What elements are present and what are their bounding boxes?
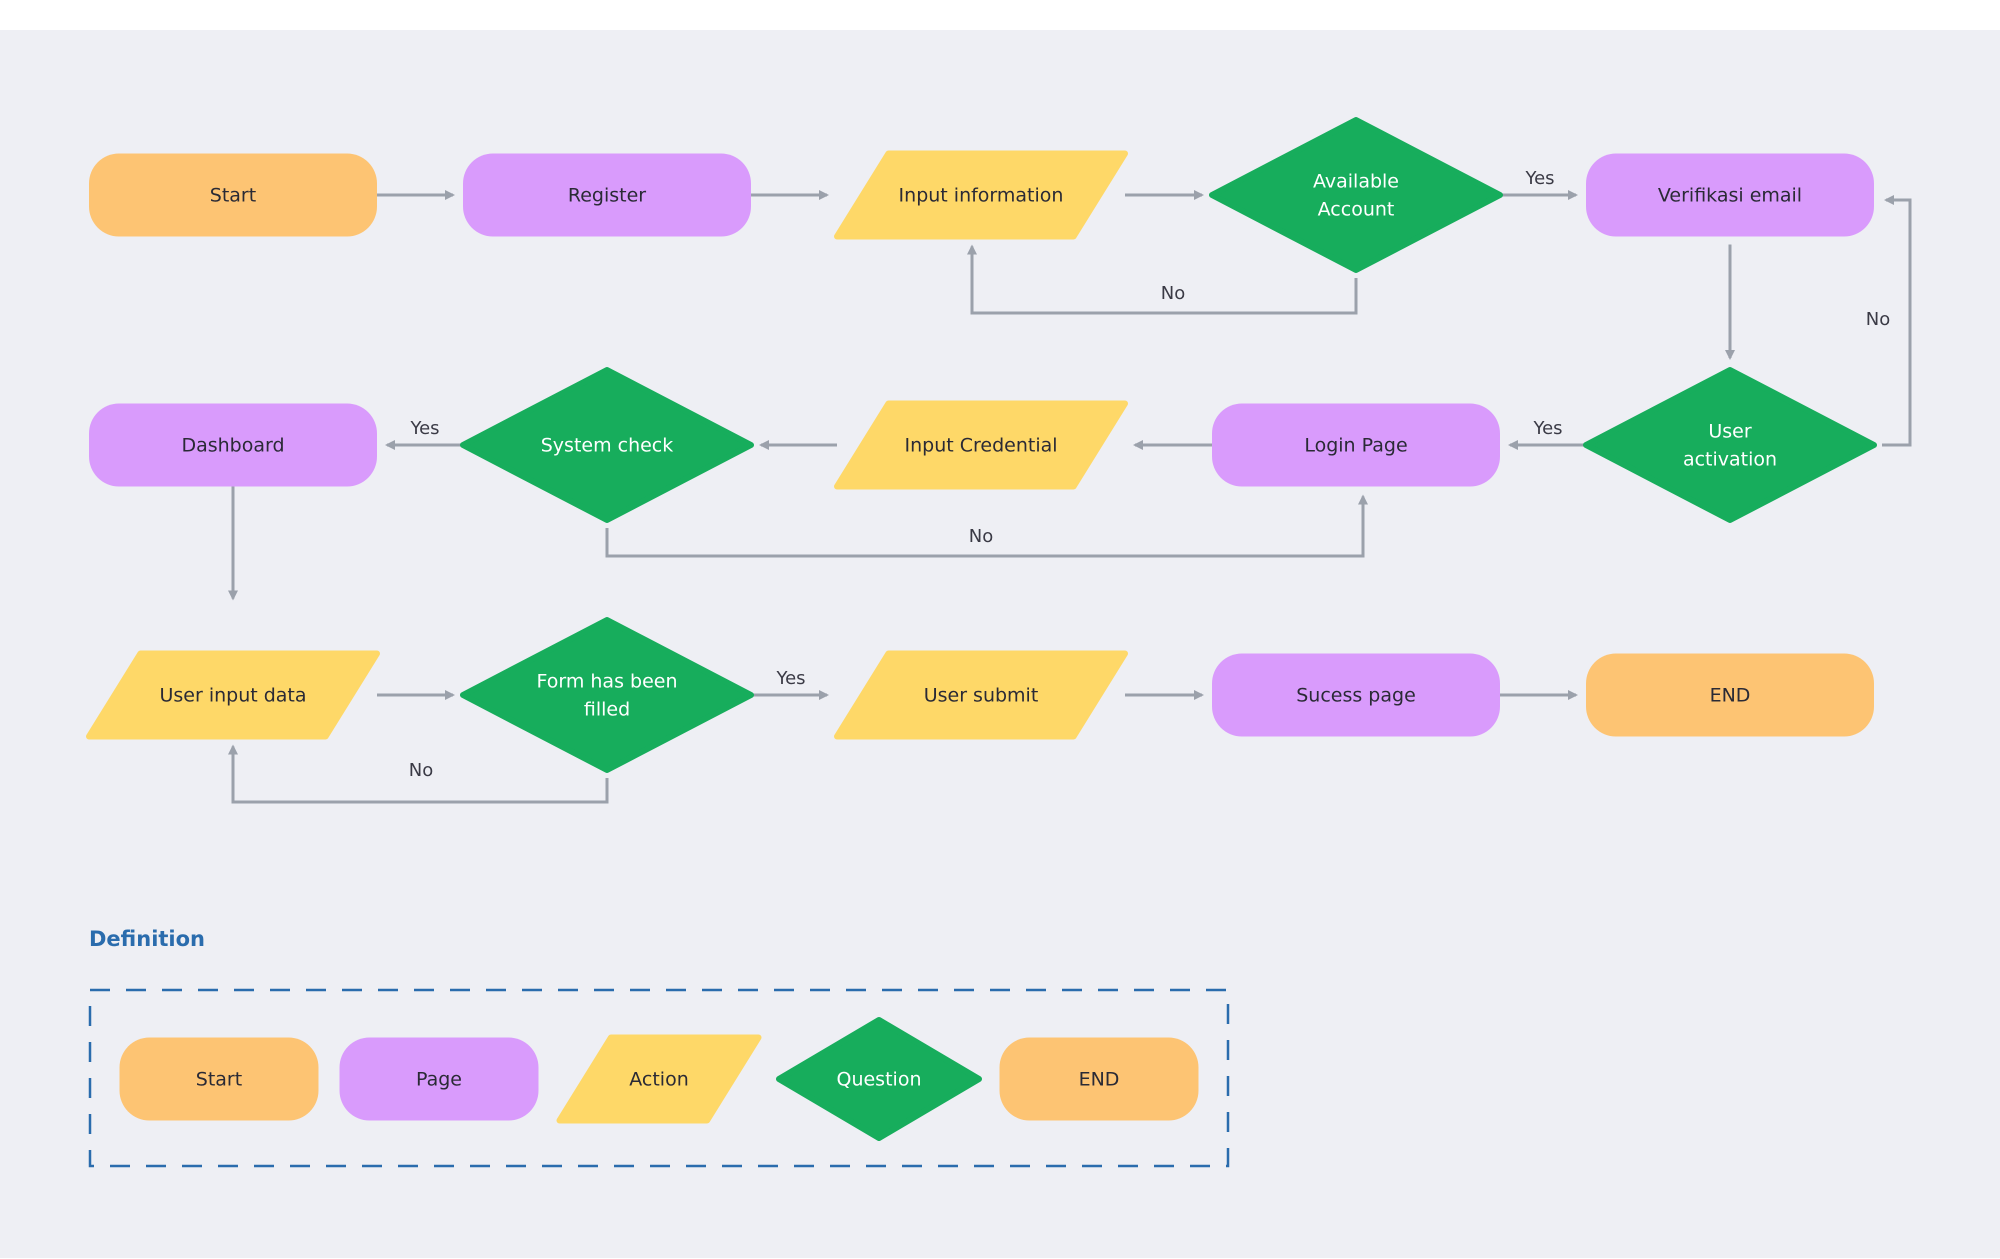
node-user-activation-label: User	[1708, 421, 1751, 443]
node-form-filled-shape	[460, 617, 754, 773]
node-user-activation-label: activation	[1683, 449, 1777, 471]
node-input-credential-label: Input Credential	[904, 435, 1057, 457]
legend-item-end-label: END	[1079, 1069, 1120, 1091]
flowchart-diagram: Start Register Input informationAvailableA…	[86, 117, 1912, 1168]
node-verifikasi-email-label: Verifikasi email	[1658, 185, 1802, 207]
node-verifikasi-email[interactable]: Verifikasi email	[1586, 153, 1874, 237]
legend-item-question[interactable]: Question	[776, 1017, 982, 1141]
legend-item-action[interactable]: Action	[556, 1034, 762, 1124]
node-end[interactable]: END	[1586, 653, 1874, 737]
legend-item-page[interactable]: Page	[339, 1037, 539, 1121]
node-user-input-data[interactable]: User input data	[86, 650, 380, 740]
node-dashboard[interactable]: Dashboard	[89, 403, 377, 487]
node-user-activation[interactable]: User activation	[1583, 367, 1877, 523]
node-user-submit[interactable]: User submit	[834, 650, 1128, 740]
legend-item-end[interactable]: END	[999, 1037, 1199, 1121]
node-input-information[interactable]: Input information	[834, 150, 1128, 240]
node-form-filled-label: Form has been	[536, 671, 677, 693]
legend-item-start-label: Start	[196, 1069, 242, 1091]
node-sucess-page-label: Sucess page	[1296, 685, 1416, 707]
node-available-account-label: Account	[1318, 199, 1395, 221]
legend-title: Definition	[89, 927, 205, 951]
node-register-label: Register	[568, 185, 646, 207]
node-sucess-page[interactable]: Sucess page	[1212, 653, 1500, 737]
legend-item-action-label: Action	[629, 1069, 689, 1091]
legend-item-question-label: Question	[837, 1069, 922, 1091]
edge-label-yes: Yes	[1532, 418, 1562, 439]
node-system-check[interactable]: System check	[460, 367, 754, 523]
node-input-information-label: Input information	[899, 185, 1064, 207]
node-dashboard-label: Dashboard	[181, 435, 284, 457]
edge-label-no: No	[1161, 283, 1185, 304]
node-start-label: Start	[210, 185, 256, 207]
node-start[interactable]: Start	[89, 153, 377, 237]
node-user-input-data-label: User input data	[159, 685, 306, 707]
node-available-account-shape	[1209, 117, 1503, 273]
node-form-filled-label: filled	[584, 699, 630, 721]
node-available-account[interactable]: Available Account	[1209, 117, 1503, 273]
edge-label-no: No	[969, 526, 993, 547]
edge-label-no: No	[1866, 309, 1890, 330]
legend-item-start[interactable]: Start	[119, 1037, 319, 1121]
node-login-page[interactable]: Login Page	[1212, 403, 1500, 487]
edge-label-yes: Yes	[1524, 168, 1554, 189]
node-login-page-label: Login Page	[1304, 435, 1407, 457]
edge-label-yes: Yes	[775, 668, 805, 689]
flowchart-canvas: Start Register Input information Available A…	[0, 30, 2000, 1258]
node-user-submit-label: User submit	[924, 685, 1039, 707]
node-input-credential[interactable]: Input Credential	[834, 400, 1128, 490]
legend-item-page-label: Page	[416, 1069, 462, 1091]
edge-label-yes: Yes	[409, 418, 439, 439]
node-available-account-label: Available	[1313, 171, 1399, 193]
node-form-filled[interactable]: Form has been filled	[460, 617, 754, 773]
nodes-layer: Start Register Input informationAvailableA…	[86, 117, 1877, 773]
node-system-check-label: System check	[541, 435, 674, 457]
edge-label-no: No	[409, 760, 433, 781]
node-user-activation-shape	[1583, 367, 1877, 523]
legend: Definition Start Page Action Question END	[88, 927, 1230, 1168]
node-end-label: END	[1710, 685, 1751, 707]
node-register[interactable]: Register	[463, 153, 751, 237]
